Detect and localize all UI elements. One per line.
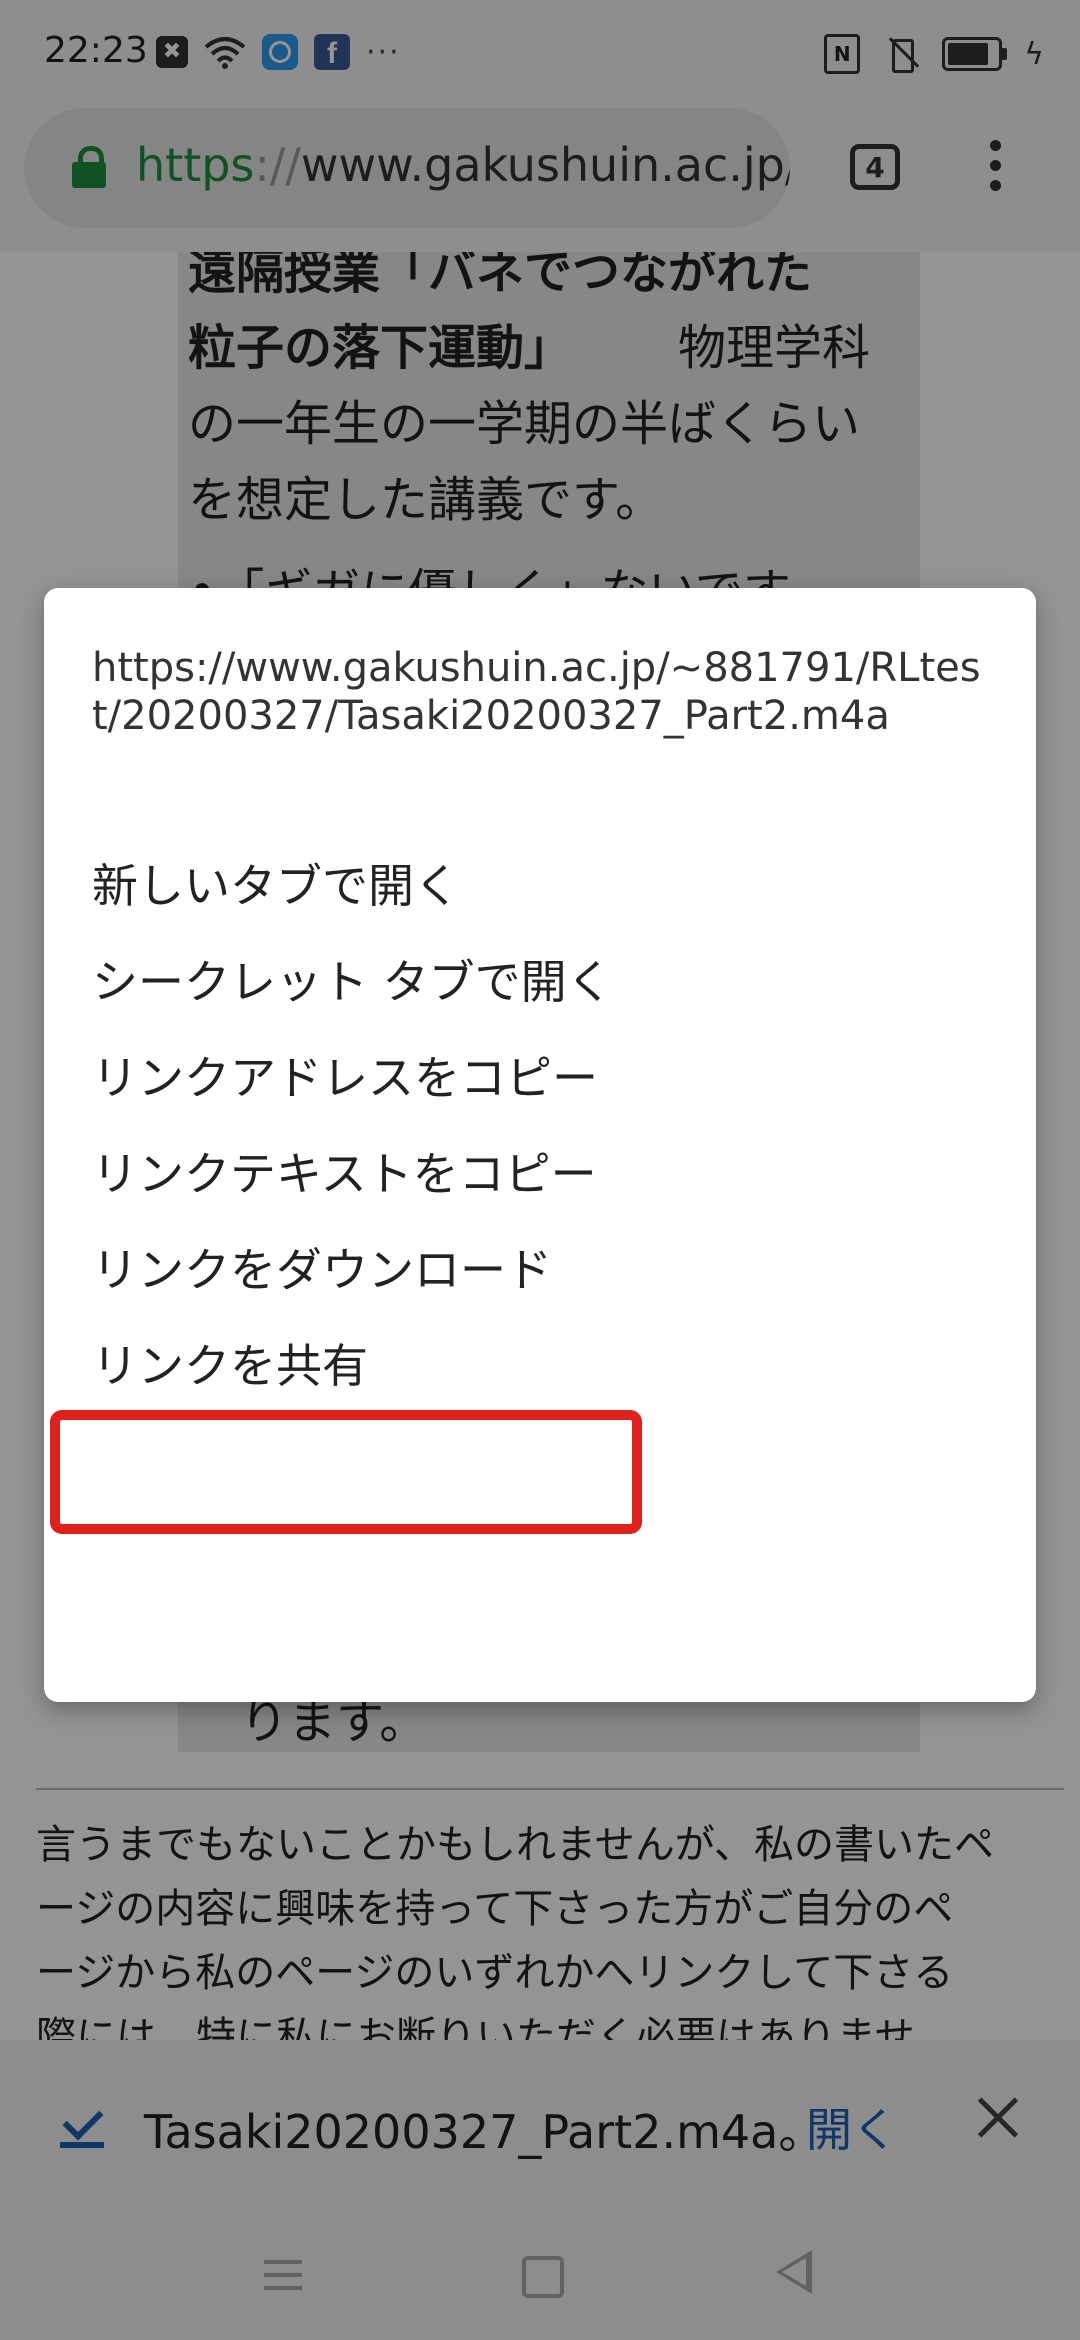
copy-link-text-item[interactable]: リンクテキストをコピー — [92, 1126, 992, 1222]
download-item-highlight — [50, 1410, 642, 1534]
link-url: https://www.gakushuin.ac.jp/~881791/RLte… — [92, 645, 981, 739]
open-in-new-tab-item[interactable]: 新しいタブで開く — [92, 838, 992, 934]
link-context-menu: https://www.gakushuin.ac.jp/~881791/RLte… — [44, 588, 1036, 1702]
open-in-incognito-tab-item[interactable]: シークレット タブで開く — [92, 934, 992, 1030]
share-link-item[interactable]: リンクを共有 — [92, 1318, 992, 1414]
download-link-item[interactable]: リンクをダウンロード — [92, 1222, 992, 1318]
copy-link-address-item[interactable]: リンクアドレスをコピー — [92, 1030, 992, 1126]
